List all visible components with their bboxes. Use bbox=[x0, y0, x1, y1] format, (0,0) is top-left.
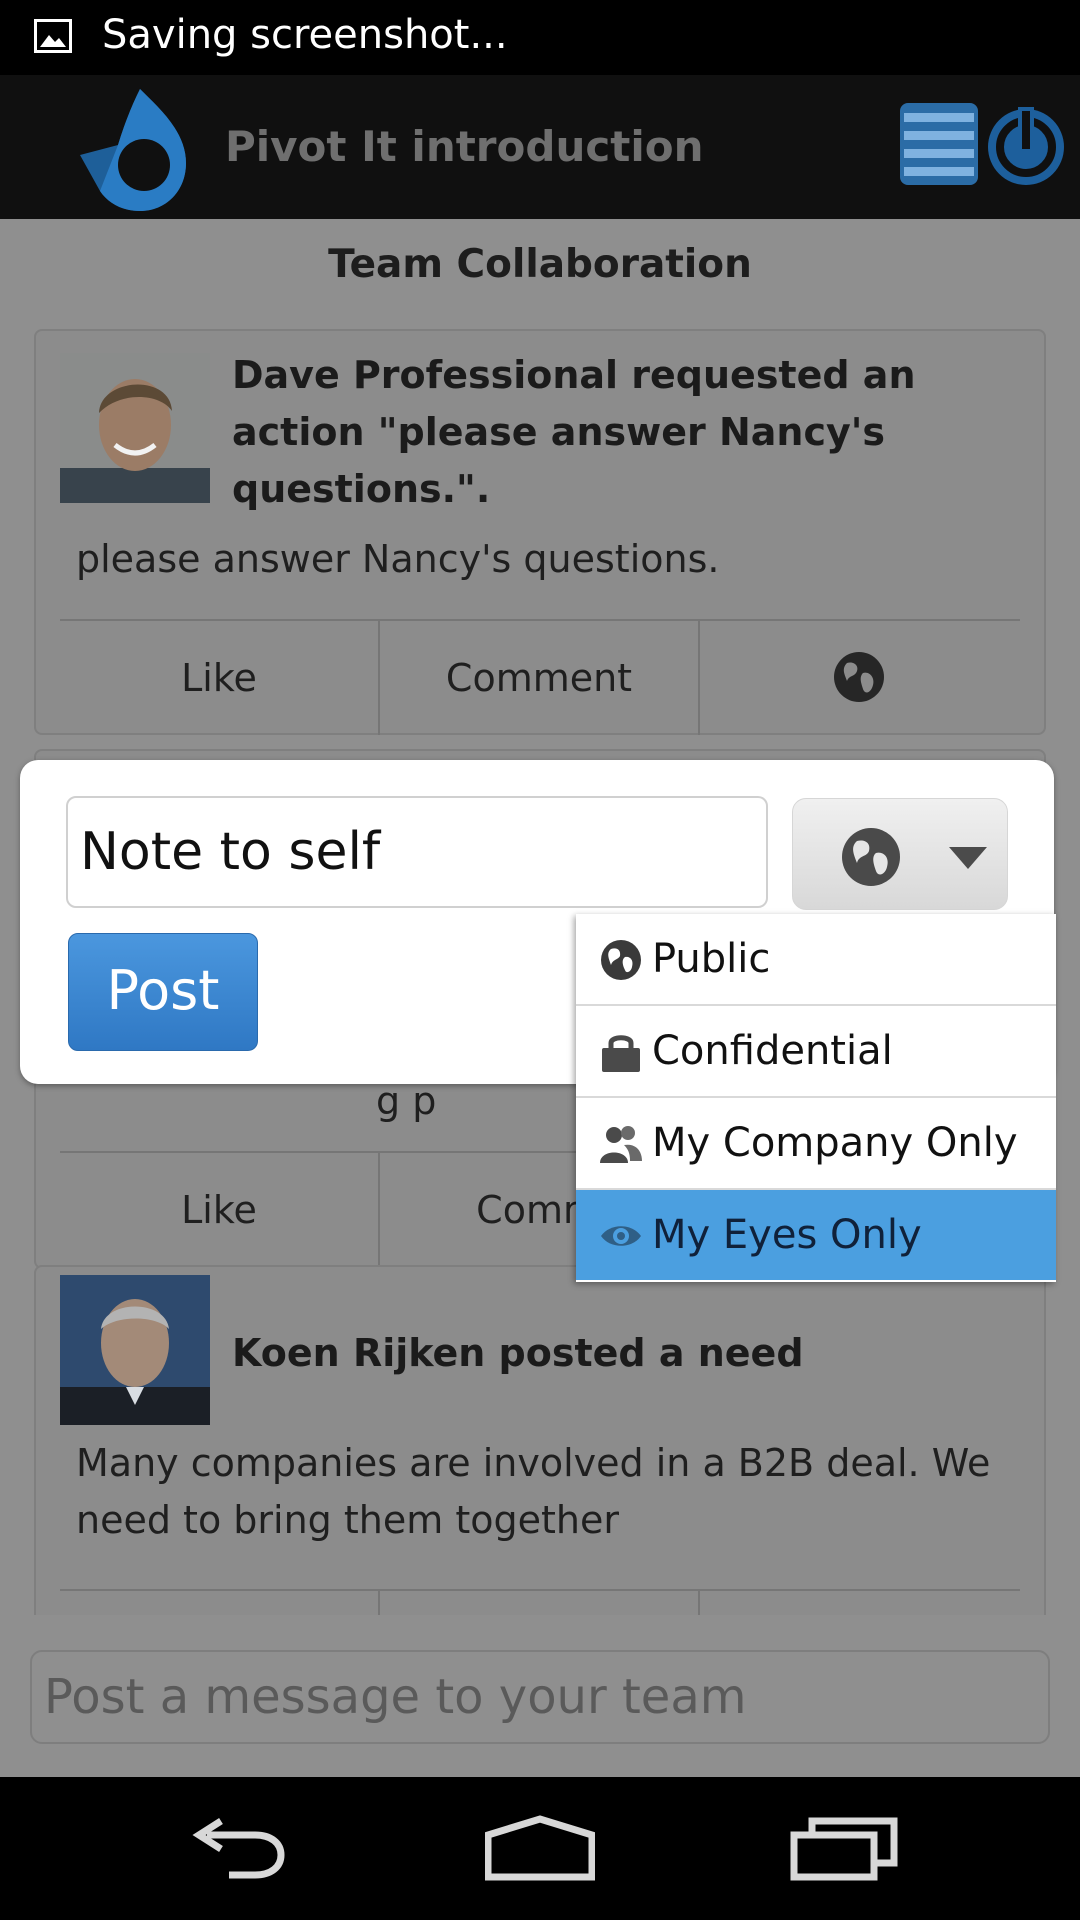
option-label: My Company Only bbox=[652, 1120, 1018, 1166]
pivot-logo-icon bbox=[80, 89, 186, 211]
divider bbox=[698, 1591, 700, 1615]
feed-card: Koen Rijken posted a need Many companies… bbox=[34, 1265, 1046, 1615]
chevron-down-icon bbox=[949, 847, 987, 869]
recent-apps-icon[interactable] bbox=[790, 1813, 900, 1883]
globe-icon bbox=[601, 940, 641, 980]
status-bar: Saving screenshot... bbox=[0, 0, 1080, 75]
post-button[interactable]: Post bbox=[68, 933, 258, 1051]
headline-line: action "please answer Nancy's bbox=[232, 410, 886, 454]
card-headline: Dave Professional requested an action "p… bbox=[232, 347, 916, 518]
globe-icon bbox=[834, 652, 884, 702]
body-line: Many companies are involved in a B2B dea… bbox=[76, 1441, 991, 1485]
note-input[interactable] bbox=[66, 796, 768, 908]
message-input[interactable]: Post a message to your team bbox=[30, 1650, 1050, 1744]
power-icon[interactable] bbox=[986, 103, 1066, 187]
avatar bbox=[60, 353, 210, 503]
app-title: Pivot It introduction bbox=[225, 122, 704, 171]
body-line: need to bring them together bbox=[76, 1498, 619, 1542]
option-label: My Eyes Only bbox=[652, 1212, 922, 1258]
section-title: Team Collaboration bbox=[328, 242, 752, 287]
status-text: Saving screenshot... bbox=[102, 12, 508, 58]
avatar bbox=[60, 1275, 210, 1425]
visibility-dropdown: Public Confidential My Company Only My E… bbox=[576, 914, 1056, 1282]
option-label: Confidential bbox=[652, 1028, 893, 1074]
headline-line: questions.". bbox=[232, 467, 491, 511]
divider bbox=[378, 1591, 380, 1615]
option-confidential[interactable]: Confidential bbox=[576, 1006, 1056, 1098]
feed-card: Dave Professional requested an action "p… bbox=[34, 329, 1046, 735]
option-label: Public bbox=[652, 936, 771, 982]
like-button[interactable]: Like bbox=[60, 1153, 378, 1267]
like-button[interactable]: Like bbox=[60, 621, 378, 735]
visibility-select[interactable] bbox=[792, 798, 1008, 910]
card-body: Many companies are involved in a B2B dea… bbox=[76, 1435, 990, 1549]
card-actions: Like Comment bbox=[60, 619, 1020, 735]
home-icon[interactable] bbox=[485, 1813, 595, 1883]
app-header: Pivot It introduction bbox=[0, 75, 1080, 219]
card-headline: Koen Rijken posted a need bbox=[232, 1331, 804, 1375]
eye-icon bbox=[601, 1226, 641, 1246]
image-icon bbox=[34, 19, 72, 53]
message-placeholder: Post a message to your team bbox=[44, 1669, 747, 1725]
comment-button[interactable]: Comment bbox=[380, 621, 698, 735]
option-public[interactable]: Public bbox=[576, 914, 1056, 1006]
menu-icon[interactable] bbox=[900, 103, 978, 185]
comment-button[interactable]: Comm bbox=[380, 1153, 600, 1267]
people-icon bbox=[600, 1126, 642, 1163]
option-my-eyes-only[interactable]: My Eyes Only bbox=[576, 1190, 1056, 1280]
card-body: please answer Nancy's questions. bbox=[76, 537, 720, 581]
back-icon[interactable] bbox=[185, 1813, 295, 1883]
visibility-button[interactable] bbox=[700, 621, 1018, 735]
option-my-company-only[interactable]: My Company Only bbox=[576, 1098, 1056, 1190]
navigation-bar bbox=[0, 1777, 1080, 1920]
card-actions bbox=[60, 1589, 1020, 1615]
headline-line: Dave Professional requested an bbox=[232, 353, 916, 397]
globe-icon bbox=[842, 828, 900, 886]
lock-icon bbox=[602, 1035, 640, 1072]
